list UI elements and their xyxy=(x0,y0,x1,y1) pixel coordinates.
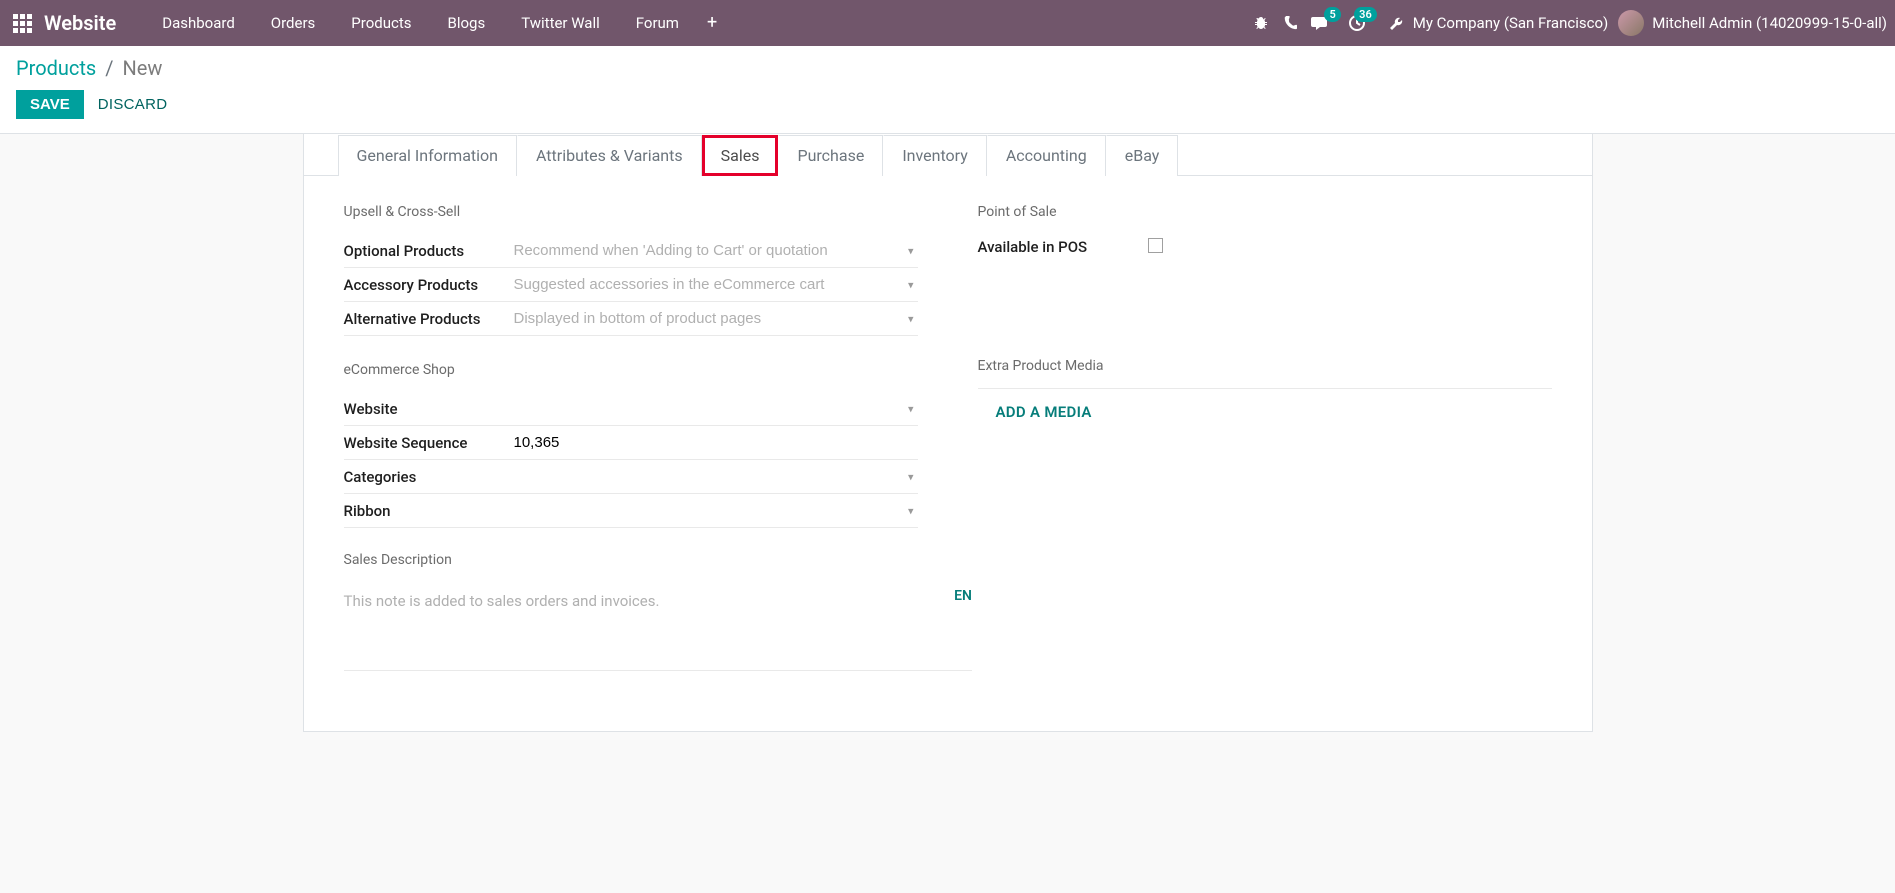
nav-twitter-wall[interactable]: Twitter Wall xyxy=(503,0,618,46)
nav-blogs[interactable]: Blogs xyxy=(429,0,503,46)
website-sequence-input[interactable] xyxy=(512,430,918,455)
alternative-products-input[interactable] xyxy=(512,306,918,331)
discard-button[interactable]: DISCARD xyxy=(98,96,168,113)
tab-bar: General Information Attributes & Variant… xyxy=(304,134,1592,176)
accessory-products-label: Accessory Products xyxy=(344,276,512,294)
section-sales-description-title: Sales Description xyxy=(344,552,972,568)
language-toggle[interactable]: EN xyxy=(954,588,972,604)
available-in-pos-label: Available in POS xyxy=(978,238,1148,256)
phone-icon[interactable] xyxy=(1283,16,1297,30)
app-brand[interactable]: Website xyxy=(44,11,116,35)
sales-description-placeholder: This note is added to sales orders and i… xyxy=(344,592,660,610)
nav-status-icons: 5 36 xyxy=(1253,15,1403,31)
bug-icon[interactable] xyxy=(1253,15,1269,31)
breadcrumb-current: New xyxy=(122,56,162,80)
section-ecommerce-title: eCommerce Shop xyxy=(344,362,918,378)
breadcrumb-separator: / xyxy=(105,56,113,80)
sales-description-input[interactable]: This note is added to sales orders and i… xyxy=(344,582,972,671)
right-column: Point of Sale Available in POS Extra Pro… xyxy=(978,204,1552,528)
tools-icon[interactable] xyxy=(1387,15,1403,31)
tab-general-information[interactable]: General Information xyxy=(338,135,518,176)
nav-orders[interactable]: Orders xyxy=(253,0,334,46)
left-column: Upsell & Cross-Sell Optional Products ▾ … xyxy=(344,204,918,528)
ribbon-input[interactable] xyxy=(512,498,918,523)
tab-attributes-variants[interactable]: Attributes & Variants xyxy=(517,135,702,176)
website-input[interactable] xyxy=(512,396,918,421)
ribbon-label: Ribbon xyxy=(344,502,512,520)
user-menu[interactable]: Mitchell Admin (14020999-15-0-all) xyxy=(1618,10,1887,36)
tab-accounting[interactable]: Accounting xyxy=(987,135,1106,176)
alternative-products-label: Alternative Products xyxy=(344,310,512,328)
form-sheet: General Information Attributes & Variant… xyxy=(303,134,1593,732)
categories-input[interactable] xyxy=(512,464,918,489)
section-pos-title: Point of Sale xyxy=(978,204,1552,220)
website-label: Website xyxy=(344,400,512,418)
categories-label: Categories xyxy=(344,468,512,486)
company-selector[interactable]: My Company (San Francisco) xyxy=(1413,14,1608,32)
messages-icon[interactable]: 5 xyxy=(1311,15,1329,31)
apps-menu-icon[interactable] xyxy=(8,9,36,37)
control-panel: Products / New SAVE DISCARD xyxy=(0,46,1895,134)
activities-badge: 36 xyxy=(1354,7,1377,22)
add-media-button[interactable]: ADD A MEDIA xyxy=(996,397,1092,427)
save-button[interactable]: SAVE xyxy=(16,90,84,119)
messages-badge: 5 xyxy=(1324,7,1340,22)
nav-dashboard[interactable]: Dashboard xyxy=(144,0,253,46)
nav-forum[interactable]: Forum xyxy=(618,0,697,46)
available-in-pos-checkbox[interactable] xyxy=(1148,238,1163,253)
optional-products-input[interactable] xyxy=(512,238,918,263)
section-media-title: Extra Product Media xyxy=(978,358,1552,374)
accessory-products-input[interactable] xyxy=(512,272,918,297)
tab-ebay[interactable]: eBay xyxy=(1106,135,1179,176)
breadcrumb-root[interactable]: Products xyxy=(16,56,96,80)
nav-products[interactable]: Products xyxy=(333,0,429,46)
nav-links: Dashboard Orders Products Blogs Twitter … xyxy=(144,0,697,46)
tab-purchase[interactable]: Purchase xyxy=(778,135,883,176)
tab-inventory[interactable]: Inventory xyxy=(883,135,987,176)
section-upsell-title: Upsell & Cross-Sell xyxy=(344,204,918,220)
optional-products-label: Optional Products xyxy=(344,242,512,260)
nav-add-icon[interactable]: + xyxy=(697,0,727,46)
website-sequence-label: Website Sequence xyxy=(344,434,512,452)
avatar xyxy=(1618,10,1644,36)
breadcrumb: Products / New xyxy=(16,56,1879,80)
activities-icon[interactable]: 36 xyxy=(1349,15,1365,31)
top-navbar: Website Dashboard Orders Products Blogs … xyxy=(0,0,1895,46)
tab-sales[interactable]: Sales xyxy=(702,135,779,176)
user-name: Mitchell Admin (14020999-15-0-all) xyxy=(1652,14,1887,32)
